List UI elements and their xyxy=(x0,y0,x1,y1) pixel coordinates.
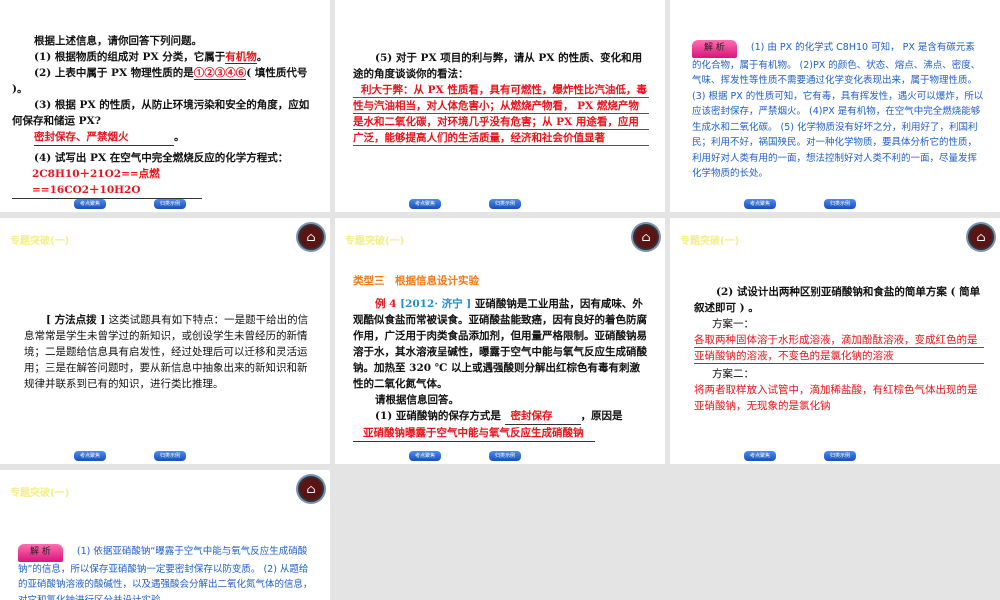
example-number: 例 4 xyxy=(375,298,397,310)
slide-1[interactable]: 根据上述信息，请你回答下列问题。 (1) 根据物质的组成对 PX 分类，它属于有… xyxy=(0,0,330,212)
next-button[interactable]: 归类示例 xyxy=(824,199,856,209)
example-source: [2012· 济宁 ] xyxy=(400,298,472,310)
slide-4[interactable]: 专题突破(一) ⌂ [ 方法点拨 ] 这类试题具有如下特点：一是题干给出的信息常… xyxy=(0,218,330,464)
home-icon[interactable]: ⌂ xyxy=(298,224,324,250)
slide-5[interactable]: 专题突破(一) ⌂ 类型三 根据信息设计实验 例 4 [2012· 济宁 ] 亚… xyxy=(335,218,665,464)
next-button[interactable]: 归类示例 xyxy=(489,199,521,209)
slide-2[interactable]: (5) 对于 PX 项目的利与弊，请从 PX 的性质、变化和用途的角度谈谈你的看… xyxy=(335,0,665,212)
next-button[interactable]: 归类示例 xyxy=(154,451,186,461)
prev-button[interactable]: 考点聚焦 xyxy=(744,451,776,461)
prev-button[interactable]: 考点聚焦 xyxy=(74,199,106,209)
answer-1-reason: 亚硝酸钠曝露于空气中能与氧气反应生成硝酸钠 xyxy=(353,425,595,442)
analysis-label: 解 析 xyxy=(18,544,63,562)
question-1: (1) 根据物质的组成对 PX 分类，它属于 xyxy=(34,51,226,63)
section-title: 类型三 根据信息设计实验 xyxy=(353,275,479,287)
slide-text: 根据上述信息，请你回答下列问题。 (1) 根据物质的组成对 PX 分类，它属于有… xyxy=(12,33,312,199)
instruction: 请根据信息回答。 xyxy=(375,394,459,406)
answer-1: 有机物 xyxy=(225,51,257,64)
answer-2: ①②③④⑥ xyxy=(193,67,247,80)
question-4: (4) 试写出 PX 在空气中完全燃烧反应的化学方程式： xyxy=(34,152,289,164)
method-title: [ 方法点拨 ] xyxy=(46,314,106,326)
answer-5: 利大于弊：从 PX 性质看，具有可燃性，爆炸性比汽油低，毒性与汽油相当，对人体危… xyxy=(353,82,649,146)
plan-1-answer: 各取两种固体溶于水形成溶液，滴加酚酞溶液，变成红色的是亚硝酸钠的溶液，不变色的是… xyxy=(694,332,984,364)
prev-button[interactable]: 考点聚焦 xyxy=(409,199,441,209)
question-2-block: (2) 试设计出两种区别亚硝酸钠和食盐的简单方案 ( 简单叙述即可 ) 。 方案… xyxy=(694,284,984,414)
question-1: (1) 亚硝酸钠的保存方式是 xyxy=(375,410,501,422)
analysis-label: 解 析 xyxy=(692,40,737,58)
question-3: (3) 根据 PX 的性质，从防止环境污染和安全的角度，应如何保存和储运 PX? xyxy=(12,99,310,127)
question-2: (2) 上表中属于 PX 物理性质的是 xyxy=(34,67,194,79)
home-icon[interactable]: ⌂ xyxy=(298,476,324,502)
plan-1-label: 方案一： xyxy=(712,318,754,330)
slide-text: (5) 对于 PX 项目的利与弊，请从 PX 的性质、变化和用途的角度谈谈你的看… xyxy=(353,50,649,146)
slide-header: 专题突破(一) xyxy=(10,488,70,499)
question-5: (5) 对于 PX 项目的利与弊，请从 PX 的性质、变化和用途的角度谈谈你的看… xyxy=(353,52,643,80)
prev-button[interactable]: 考点聚焦 xyxy=(74,451,106,461)
example-body: 亚硝酸钠是工业用盐，因有咸味、外观酷似食盐而常被误食。亚硝酸盐能致癌，因有良好的… xyxy=(353,298,647,390)
analysis-text: (1) 由 PX 的化学式 C8H10 可知， PX 是含有碳元素的化合物，属于… xyxy=(692,42,984,179)
analysis: 解 析 (1) 由 PX 的化学式 C8H10 可知， PX 是含有碳元素的化合物… xyxy=(692,40,984,182)
example-text: 例 4 [2012· 济宁 ] 亚硝酸钠是工业用盐，因有咸味、外观酷似食盐而常被… xyxy=(353,296,649,442)
method-tip: [ 方法点拨 ] 这类试题具有如下特点：一是题干给出的信息常常是学生未曾学过的新… xyxy=(24,312,309,392)
answer-3: 密封保存、严禁烟火 xyxy=(34,129,174,146)
slide-6[interactable]: 专题突破(一) ⌂ (2) 试设计出两种区别亚硝酸钠和食盐的简单方案 ( 简单叙… xyxy=(670,218,1000,464)
slide-header: 专题突破(一) xyxy=(10,236,70,247)
question-2: (2) 试设计出两种区别亚硝酸钠和食盐的简单方案 ( 简单叙述即可 ) 。 xyxy=(694,286,981,314)
prev-button[interactable]: 考点聚焦 xyxy=(409,451,441,461)
home-icon[interactable]: ⌂ xyxy=(968,224,994,250)
answer-1: 密封保存 xyxy=(504,408,581,425)
slide-header: 专题突破(一) xyxy=(345,236,405,247)
answer-4: 2C8H10＋21O2==点燃==16CO2＋10H2O xyxy=(12,166,202,199)
analysis: 解 析 (1) 依据亚硝酸钠“曝露于空气中能与氧气反应生成硝酸钠”的信息，所以保存… xyxy=(18,544,314,600)
slide-header: 专题突破(一) xyxy=(680,236,740,247)
intro: 根据上述信息，请你回答下列问题。 xyxy=(34,35,202,47)
home-icon[interactable]: ⌂ xyxy=(633,224,659,250)
next-button[interactable]: 归类示例 xyxy=(824,451,856,461)
question-1-tail: ，原因是 xyxy=(580,410,623,422)
slide-3[interactable]: 解 析 (1) 由 PX 的化学式 C8H10 可知， PX 是含有碳元素的化合物… xyxy=(670,0,1000,212)
plan-2-label: 方案二： xyxy=(712,368,754,380)
slide-7[interactable]: 专题突破(一) ⌂ 解 析 (1) 依据亚硝酸钠“曝露于空气中能与氧气反应生成硝酸… xyxy=(0,470,330,600)
prev-button[interactable]: 考点聚焦 xyxy=(744,199,776,209)
next-button[interactable]: 归类示例 xyxy=(489,451,521,461)
plan-2-answer: 将两者取样放入试管中，滴加稀盐酸，有红棕色气体出现的是亚硝酸钠，无现象的是氯化钠 xyxy=(694,384,978,412)
next-button[interactable]: 归类示例 xyxy=(154,199,186,209)
